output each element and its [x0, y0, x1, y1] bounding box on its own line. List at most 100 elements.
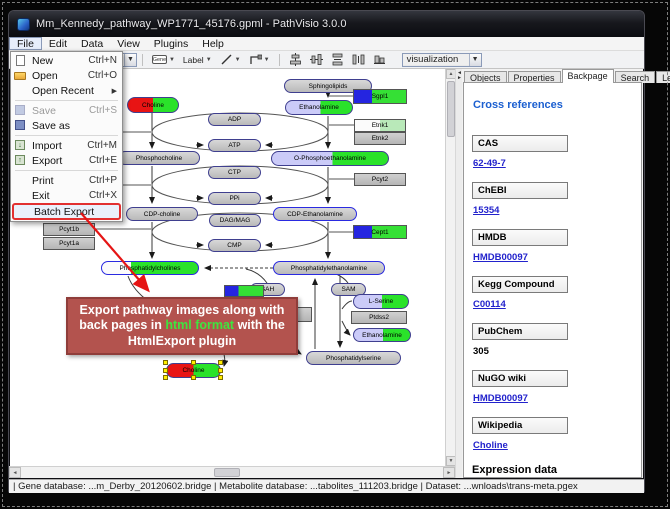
menubar-item-edit[interactable]: Edit: [42, 37, 74, 50]
visualization-value: visualization: [403, 54, 469, 65]
chevron-down-icon: ▼: [206, 57, 212, 63]
menubar-item-help[interactable]: Help: [195, 37, 231, 50]
node-phosphatidylethanolamine[interactable]: Phosphatidylethanolamine: [273, 261, 385, 275]
node-adp[interactable]: ADP: [208, 113, 261, 126]
file-menu-item-save[interactable]: SaveCtrl+S: [12, 103, 121, 118]
xref-link[interactable]: HMDB00097: [473, 393, 633, 404]
node-l-serine[interactable]: L-Serine: [353, 294, 409, 309]
file-menu-item-batch-export[interactable]: Batch Export: [12, 203, 121, 220]
distribute-horizontal-button[interactable]: [349, 51, 368, 68]
selection-handle[interactable]: [191, 360, 196, 365]
node-unlabeled[interactable]: [224, 285, 264, 297]
node-ppi[interactable]: PPi: [208, 192, 261, 205]
selection-handle[interactable]: [218, 368, 223, 373]
menu-separator: [15, 135, 118, 136]
menubar-item-view[interactable]: View: [110, 37, 147, 50]
selection-handle[interactable]: [191, 375, 196, 380]
node-cept1[interactable]: Cept1: [353, 225, 407, 239]
selection-handle[interactable]: [163, 375, 168, 380]
xref-link[interactable]: Choline: [473, 440, 633, 451]
menu-item-label: Save: [32, 105, 89, 117]
titlebar[interactable]: Mm_Kennedy_pathway_WP1771_45176.gpml - P…: [9, 11, 644, 37]
node-ethanolamine[interactable]: Ethanolamine: [353, 328, 411, 342]
menu-icon-spacer: [14, 85, 28, 97]
node-cdp-choline[interactable]: CDP-choline: [126, 207, 198, 221]
selection-handle[interactable]: [218, 375, 223, 380]
toolbar-separator: [142, 54, 143, 66]
node-cmp[interactable]: CMP: [208, 239, 261, 252]
canvas-horizontal-scrollbar[interactable]: ◄ ►: [9, 466, 455, 478]
node-phosphocholine[interactable]: Phosphocholine: [118, 151, 200, 165]
menu-item-shortcut: Ctrl+S: [89, 105, 117, 116]
node-sgpl1[interactable]: Sgpl1: [353, 89, 407, 104]
menu-item-shortcut: Ctrl+P: [89, 175, 117, 186]
elbow-connector-icon: [249, 53, 262, 66]
scroll-left-arrow-icon[interactable]: ◄: [9, 467, 21, 478]
selection-handle[interactable]: [163, 360, 168, 365]
menubar-item-data[interactable]: Data: [74, 37, 110, 50]
xref-value: 305: [473, 346, 633, 357]
node-o-phosphoethanolamine[interactable]: O-Phosphoethanolamine: [271, 151, 389, 166]
selection-handle[interactable]: [163, 368, 168, 373]
node-phosphatidylcholines[interactable]: Phosphatidylcholines: [101, 261, 199, 275]
node-dag-mag[interactable]: DAG/MAG: [209, 214, 261, 227]
menu-item-label: New: [32, 55, 88, 67]
tab-legend[interactable]: Legend: [656, 71, 670, 83]
visualization-combobox[interactable]: visualization ▼: [402, 53, 482, 67]
node-choline[interactable]: Choline: [127, 97, 179, 113]
node-atp[interactable]: ATP: [208, 139, 261, 152]
node-ethanolamine[interactable]: Ethanolamine: [285, 100, 353, 115]
file-menu-item-open-recent[interactable]: Open Recent▶: [12, 83, 121, 98]
file-menu-item-save-as[interactable]: Save as: [12, 118, 121, 133]
node-etnk2[interactable]: Etnk2: [354, 132, 406, 145]
file-menu-item-export[interactable]: ↑ExportCtrl+E: [12, 153, 121, 168]
node-ptdss2[interactable]: Ptdss2: [351, 311, 407, 324]
node-ctp[interactable]: CTP: [208, 166, 261, 179]
panel-splitter[interactable]: ◄►: [455, 69, 462, 478]
line-tool-button[interactable]: ▼: [217, 51, 244, 68]
menu-item-label: Exit: [32, 190, 89, 202]
align-bottom-button[interactable]: [370, 51, 389, 68]
xref-header: Kegg Compound: [472, 276, 568, 293]
node-pcyt1a[interactable]: Pcyt1a: [43, 237, 95, 250]
node-phosphatidylserine[interactable]: Phosphatidylserine: [306, 351, 401, 365]
align-horizontal-center-button[interactable]: [307, 51, 326, 68]
connector-tool-button[interactable]: ▼: [246, 51, 273, 68]
distribute-vertical-button[interactable]: [328, 51, 347, 68]
menubar: FileEditDataViewPluginsHelp: [9, 37, 644, 51]
menubar-item-plugins[interactable]: Plugins: [147, 37, 195, 50]
file-menu-item-import[interactable]: ↓ImportCtrl+M: [12, 138, 121, 153]
visualization-dropdown-arrow-icon[interactable]: ▼: [469, 54, 481, 66]
xref-link[interactable]: C00114: [473, 299, 633, 310]
file-menu-item-new[interactable]: NewCtrl+N: [12, 53, 121, 68]
canvas-vertical-scrollbar[interactable]: ▲ ▼: [445, 69, 455, 466]
node-etnk1[interactable]: Etnk1: [354, 119, 406, 132]
gene-tool-button[interactable]: Gene ▼: [149, 53, 178, 66]
submenu-arrow-icon: ▶: [112, 87, 117, 95]
node-pcyt1b[interactable]: Pcyt1b: [43, 223, 95, 236]
menubar-item-file[interactable]: File: [9, 37, 42, 50]
file-menu-item-print[interactable]: PrintCtrl+P: [12, 173, 121, 188]
label-tool-button[interactable]: Label ▼: [180, 53, 215, 67]
align-vertical-center-button[interactable]: [286, 51, 305, 68]
node-pcyt2[interactable]: Pcyt2: [354, 173, 406, 186]
selection-handle[interactable]: [218, 360, 223, 365]
menu-icon-spacer: [14, 175, 28, 187]
xref-section-nugo-wiki: NuGO wikiHMDB00097: [472, 370, 633, 404]
xref-header: HMDB: [472, 229, 568, 246]
xref-link[interactable]: 62-49-7: [473, 158, 633, 169]
zoom-dropdown-arrow-icon[interactable]: ▼: [124, 54, 136, 66]
menu-item-label: Save as: [32, 120, 117, 132]
new-document-icon: [16, 55, 25, 66]
file-menu-item-open[interactable]: OpenCtrl+O: [12, 68, 121, 83]
menu-item-shortcut: Ctrl+N: [88, 55, 117, 66]
node-cdp-ethanolamine[interactable]: CDP-Ethanolamine: [273, 207, 357, 221]
file-menu-item-exit[interactable]: ExitCtrl+X: [12, 188, 121, 203]
statusbar-text: | Gene database: ...m_Derby_20120602.bri…: [13, 481, 578, 492]
xref-link[interactable]: HMDB00097: [473, 252, 633, 263]
vertical-scroll-thumb[interactable]: [447, 81, 455, 137]
tab-backpage[interactable]: Backpage: [562, 69, 614, 83]
scroll-right-arrow-icon[interactable]: ►: [443, 467, 455, 478]
horizontal-scroll-thumb[interactable]: [214, 468, 240, 477]
xref-link[interactable]: 15354: [473, 205, 633, 216]
